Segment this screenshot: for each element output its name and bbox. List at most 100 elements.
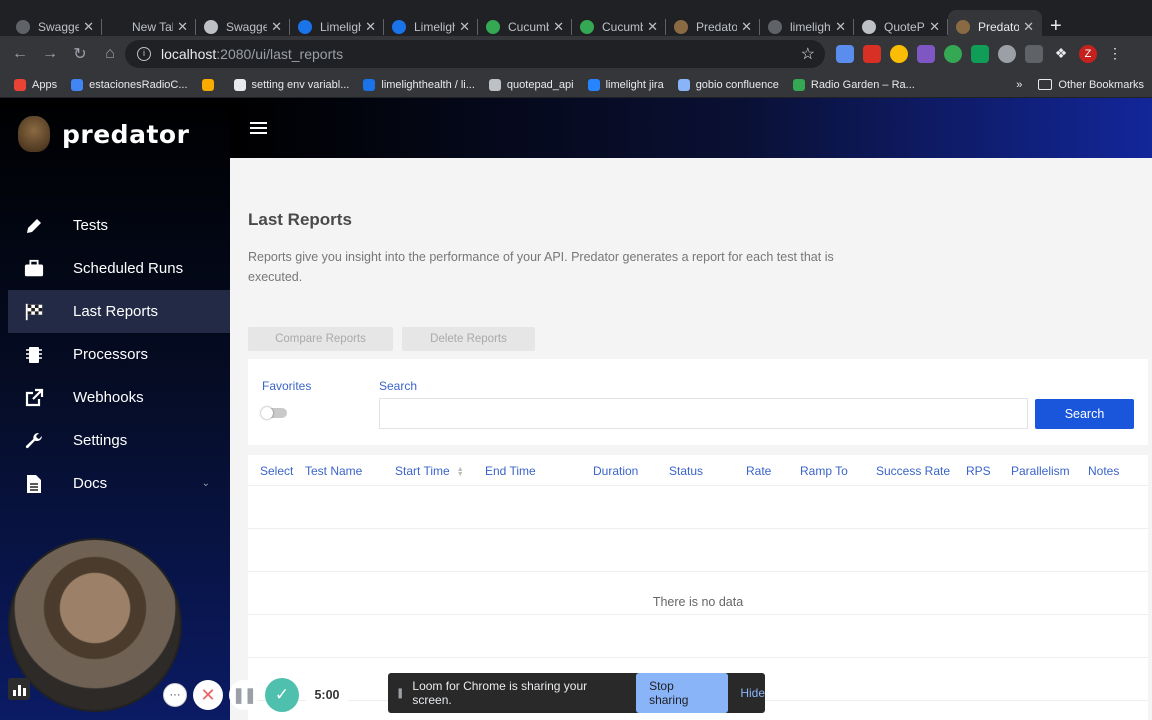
hamburger-menu-icon[interactable]: [250, 122, 267, 134]
column-header[interactable]: Status: [669, 464, 703, 478]
compare-reports-button[interactable]: Compare Reports: [248, 327, 393, 351]
tab-close-icon[interactable]: ✕: [835, 19, 846, 35]
sidebar-item-processors[interactable]: Processors: [8, 333, 230, 376]
pause-icon[interactable]: ❚❚: [229, 680, 259, 710]
column-header-label: Notes: [1088, 464, 1120, 478]
reload-icon[interactable]: ↻: [66, 44, 94, 64]
tab-close-icon[interactable]: ✕: [365, 19, 376, 35]
bookmark-item[interactable]: Apps: [14, 78, 58, 91]
extension-icon[interactable]: [998, 45, 1016, 63]
extension-icon[interactable]: [836, 45, 854, 63]
tab-title: Cucumber: [508, 20, 549, 34]
column-header[interactable]: Success Rate: [876, 464, 950, 478]
address-bar[interactable]: i localhost:2080/ui/last_reports ☆: [125, 40, 825, 68]
tab-title: Cucumber: [602, 20, 643, 34]
bookmark-star-icon[interactable]: ☆: [801, 44, 815, 64]
table-header: Select Test Name Start Time ▲ ▼ End Time Durat…: [248, 455, 1148, 486]
extension-icon[interactable]: [944, 45, 962, 63]
column-header-label: Start Time: [395, 464, 450, 478]
extension-icon[interactable]: [1025, 45, 1043, 63]
kebab-menu-icon[interactable]: ⋮: [1106, 45, 1124, 63]
column-header[interactable]: Notes: [1088, 464, 1119, 478]
site-info-icon[interactable]: i: [137, 47, 151, 61]
column-header[interactable]: Ramp To: [800, 464, 848, 478]
tab-close-icon[interactable]: ✕: [553, 19, 564, 35]
more-options-button[interactable]: ···: [163, 683, 187, 707]
sort-icon[interactable]: ▲ ▼: [457, 466, 464, 478]
home-icon[interactable]: ⌂: [96, 45, 124, 63]
column-header[interactable]: Parallelism: [1011, 464, 1070, 478]
bookmark-item[interactable]: limelight jira: [587, 78, 664, 91]
cancel-recording-icon[interactable]: ✕: [193, 680, 223, 710]
bookmark-item[interactable]: quotepad_api: [488, 78, 574, 91]
sidebar-item-label: Tests: [73, 217, 109, 234]
tab-close-icon[interactable]: ✕: [929, 19, 940, 35]
tab-favicon-icon: [16, 20, 30, 34]
tab-close-icon[interactable]: ✕: [83, 19, 94, 35]
wrench-icon: [24, 431, 44, 451]
stop-sharing-button[interactable]: Stop sharing: [636, 673, 729, 713]
favorites-toggle[interactable]: [261, 407, 287, 419]
other-bookmarks[interactable]: Other Bookmarks: [1058, 79, 1144, 91]
extension-icon[interactable]: [890, 45, 908, 63]
tab-title: Predator: [978, 20, 1020, 34]
tab-close-icon[interactable]: ✕: [177, 19, 188, 35]
tab-close-icon[interactable]: ✕: [1023, 19, 1034, 35]
bookmark-item[interactable]: Radio Garden – Ra...: [792, 78, 915, 91]
column-header[interactable]: Rate: [746, 464, 771, 478]
hide-button[interactable]: Hide: [740, 686, 765, 700]
search-input[interactable]: [379, 398, 1028, 429]
tab-close-icon[interactable]: ✕: [459, 19, 470, 35]
bookmark-item[interactable]: setting env variabl...: [233, 78, 350, 91]
sidebar-item-settings[interactable]: Settings: [8, 419, 230, 462]
finish-recording-icon[interactable]: ✓: [265, 678, 299, 712]
bookmark-item[interactable]: estacionesRadioC...: [71, 78, 188, 91]
tab-favicon-icon: [298, 20, 312, 34]
bookmark-item[interactable]: gobio confluence: [677, 78, 779, 91]
search-button[interactable]: Search: [1035, 399, 1134, 429]
column-header[interactable]: Duration: [593, 464, 638, 478]
new-tab-button[interactable]: +: [1050, 15, 1062, 38]
bookmark-item[interactable]: limelighthealth / li...: [363, 78, 475, 91]
bookmark-item[interactable]: [201, 78, 220, 91]
stats-icon[interactable]: [8, 678, 30, 700]
column-header[interactable]: Start Time ▲ ▼: [395, 464, 464, 478]
column-header[interactable]: RPS: [966, 464, 991, 478]
forward-icon[interactable]: →: [36, 45, 64, 63]
more-bookmarks-chevron[interactable]: »: [1016, 79, 1022, 91]
tab-close-icon[interactable]: ✕: [741, 19, 752, 35]
bookmark-favicon-icon: [233, 78, 246, 91]
bookmark-label: gobio confluence: [695, 78, 779, 91]
screen-share-banner: ❚ Loom for Chrome is sharing your screen…: [388, 673, 765, 713]
bookmark-label: setting env variabl...: [251, 78, 350, 91]
tab-close-icon[interactable]: ✕: [271, 19, 282, 35]
sidebar-item-last-reports[interactable]: Last Reports: [8, 290, 230, 333]
extension-icon[interactable]: [917, 45, 935, 63]
tab-title: Swagger: [226, 20, 268, 34]
sidebar-item-tests[interactable]: Tests: [8, 204, 230, 247]
puzzle-icon[interactable]: ❖: [1052, 45, 1070, 63]
delete-reports-button[interactable]: Delete Reports: [402, 327, 535, 351]
app-logo[interactable]: predator: [18, 116, 189, 152]
extension-icon[interactable]: [971, 45, 989, 63]
column-header[interactable]: Select: [260, 464, 293, 478]
extension-icon[interactable]: [863, 45, 881, 63]
tab-close-icon[interactable]: ✕: [647, 19, 658, 35]
tab-favicon-icon: [486, 20, 500, 34]
profile-avatar[interactable]: Z: [1079, 45, 1097, 63]
chevron-down-icon[interactable]: ⌄: [202, 478, 210, 489]
bookmark-label: Apps: [32, 78, 58, 91]
predator-dog-logo-icon: [18, 116, 50, 152]
column-header[interactable]: End Time: [485, 464, 536, 478]
sidebar-item-docs[interactable]: Docs ⌄: [8, 462, 230, 505]
sidebar-item-scheduled-runs[interactable]: Scheduled Runs: [8, 247, 230, 290]
chip-icon: [24, 345, 44, 365]
page-description: Reports give you insight into the perfor…: [248, 250, 834, 284]
sidebar-item-webhooks[interactable]: Webhooks: [8, 376, 230, 419]
bookmark-label: limelight jira: [605, 78, 664, 91]
back-icon[interactable]: ←: [6, 45, 34, 63]
column-header[interactable]: Test Name: [305, 464, 362, 478]
briefcase-icon: [24, 259, 44, 279]
recorder-controls: [8, 678, 30, 700]
sidebar-item-label: Scheduled Runs: [73, 260, 184, 277]
